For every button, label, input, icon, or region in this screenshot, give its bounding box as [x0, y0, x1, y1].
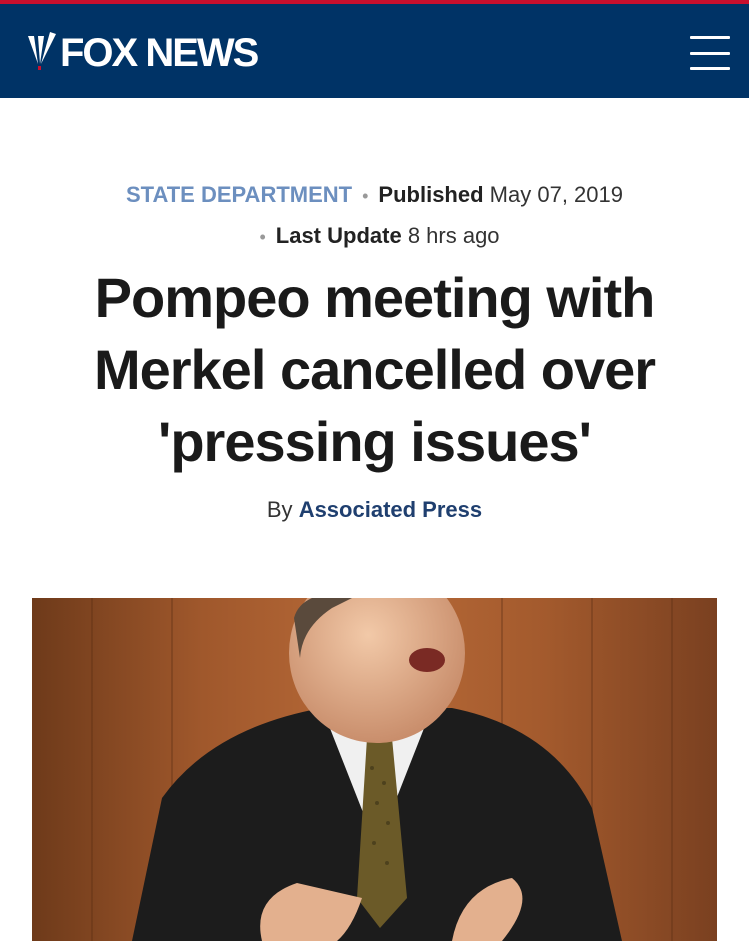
hamburger-menu-icon[interactable] — [690, 36, 730, 70]
article-meta: STATE DEPARTMENT • Published May 07, 2019 — [0, 180, 749, 211]
updated-label: Last Update — [275, 223, 402, 248]
byline-prefix: By — [266, 497, 293, 522]
updated-value: 8 hrs ago — [407, 223, 500, 248]
category-link[interactable]: STATE DEPARTMENT — [126, 182, 352, 207]
article-photo[interactable] — [32, 598, 717, 941]
author-link[interactable]: Associated Press — [299, 497, 482, 522]
fox-news-logo[interactable]: FOX NEWS — [24, 28, 259, 78]
menu-line — [690, 51, 730, 55]
menu-line — [690, 67, 730, 70]
separator-dot: • — [259, 227, 266, 247]
photo-illustration — [32, 598, 717, 941]
byline: By Associated Press — [0, 495, 749, 525]
searchlight-icon — [28, 32, 56, 70]
article-update-meta: • Last Update 8 hrs ago — [0, 221, 749, 252]
published-date: May 07, 2019 — [489, 182, 623, 207]
published-label: Published — [378, 182, 484, 207]
menu-line — [690, 36, 730, 39]
article-headline: Pompeo meeting with Merkel cancelled ove… — [93, 266, 656, 473]
brand-name: FOX NEWS — [60, 31, 259, 75]
separator-dot: • — [362, 186, 369, 206]
site-header: FOX NEWS — [0, 4, 749, 98]
